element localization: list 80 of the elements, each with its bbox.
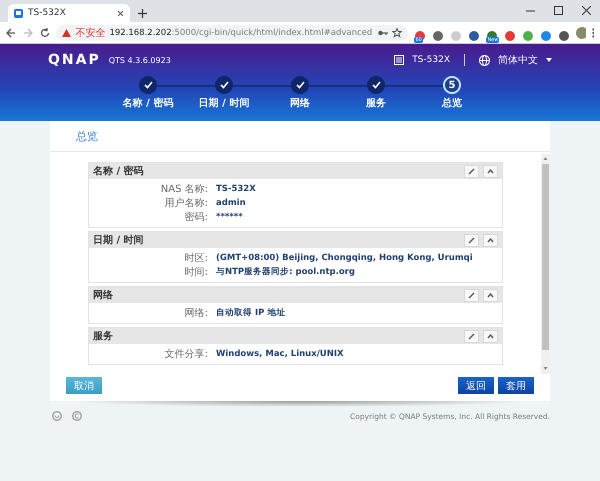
action-button[interactable]: 返回 [458, 377, 494, 394]
logo: QNAP [48, 52, 101, 68]
close-icon [582, 6, 590, 14]
step-label: 服务 [366, 96, 386, 110]
field-value: ****** [216, 212, 243, 222]
back-arrow-icon [6, 28, 16, 38]
back-button[interactable] [6, 26, 17, 40]
step-label: 日期 / 时间 [198, 96, 250, 110]
caret-icon[interactable] [546, 58, 552, 62]
field-label: 密码: [184, 210, 208, 224]
star-icon[interactable] [392, 28, 402, 38]
chevron-icon [487, 334, 494, 338]
warning-icon [62, 28, 72, 36]
pencil-icon [468, 236, 475, 244]
step-label: 总览 [442, 96, 462, 110]
device-name: TS-532X [412, 55, 450, 65]
forward-arrow-icon [23, 28, 34, 38]
field-label: 时间: [184, 266, 208, 279]
key-icon[interactable] [378, 30, 388, 36]
section-title: 日期 / 时间 [93, 234, 145, 247]
close-icon[interactable] [117, 10, 124, 16]
site-icon [14, 8, 23, 18]
section-title: 名称 / 密码 [93, 164, 145, 178]
edit-button[interactable] [464, 288, 479, 302]
collapse-button[interactable] [483, 164, 498, 178]
step-label: 名称 / 密码 [122, 96, 174, 110]
pencil-icon [468, 292, 475, 298]
field-value: admin [216, 198, 246, 208]
browser-tab[interactable]: TS-532X [8, 4, 130, 22]
check-icon [372, 81, 380, 89]
edit-button[interactable] [464, 234, 479, 246]
extension-icon[interactable] [432, 30, 444, 42]
check-icon [144, 81, 152, 89]
version-label: QTS 4.3.6.0923 [108, 56, 172, 64]
field-value: TS-532X [216, 184, 256, 194]
panel-title: 总览 [76, 128, 98, 144]
extension-icon[interactable] [558, 30, 570, 42]
edit-button[interactable] [464, 164, 479, 178]
action-button[interactable]: 套用 [498, 377, 534, 394]
collapse-button[interactable] [483, 330, 498, 342]
address-bar[interactable]: 不安全 192.168.2.202:5000/cgi-bin/quick/html/index.html#advanced [56, 24, 408, 40]
chevron-icon [487, 238, 494, 242]
field-label: 网络: [184, 307, 208, 320]
field-label: 时区: [184, 252, 208, 265]
language-selector[interactable]: 简体中文 [498, 53, 538, 67]
extension-icon[interactable] [504, 30, 516, 42]
field-value: 自动取得 IP 地址 [216, 307, 286, 319]
reload-button[interactable] [40, 26, 50, 40]
section-title: 服务 [93, 330, 114, 343]
server-icon [394, 55, 404, 65]
check-icon [220, 81, 228, 89]
globe-icon [479, 54, 490, 66]
check-icon [296, 81, 304, 89]
avatar-icon[interactable] [576, 26, 586, 38]
menu-icon[interactable] [592, 28, 594, 38]
field-value: 与NTP服务器同步: pool.ntp.org [216, 266, 355, 278]
copyright-icon[interactable] [72, 411, 82, 421]
pencil-icon [468, 332, 475, 340]
url-text: 192.168.2.202:5000/cgi-bin/quick/html/index.html#advanced [109, 28, 374, 38]
pencil-icon [468, 168, 475, 174]
step-number: 5 [443, 76, 461, 94]
extension-icon[interactable] [468, 30, 480, 42]
new-tab-icon[interactable] [138, 9, 147, 18]
field-value: Windows, Mac, Linux/UNIX [216, 349, 344, 359]
chevron-icon [487, 292, 494, 298]
maximize-icon [554, 6, 562, 14]
scrollbar[interactable] [541, 154, 550, 374]
collapse-button[interactable] [483, 234, 498, 246]
field-label: 用户名称: [164, 196, 208, 210]
security-label: 不安全 [75, 26, 106, 40]
edit-button[interactable] [464, 330, 479, 342]
section-title: 网络 [93, 288, 114, 302]
chevron-icon [487, 168, 494, 174]
field-value: (GMT+08:00) Beijing, Chongqing, Hong Kong, Urumqi [216, 253, 473, 263]
collapse-button[interactable] [483, 288, 498, 302]
step-label: 网络 [290, 96, 310, 110]
field-label: 文件分享: [164, 348, 208, 361]
reload-icon [40, 28, 50, 38]
extension-icon[interactable] [540, 30, 552, 42]
field-label: NAS 名称: [160, 183, 208, 196]
